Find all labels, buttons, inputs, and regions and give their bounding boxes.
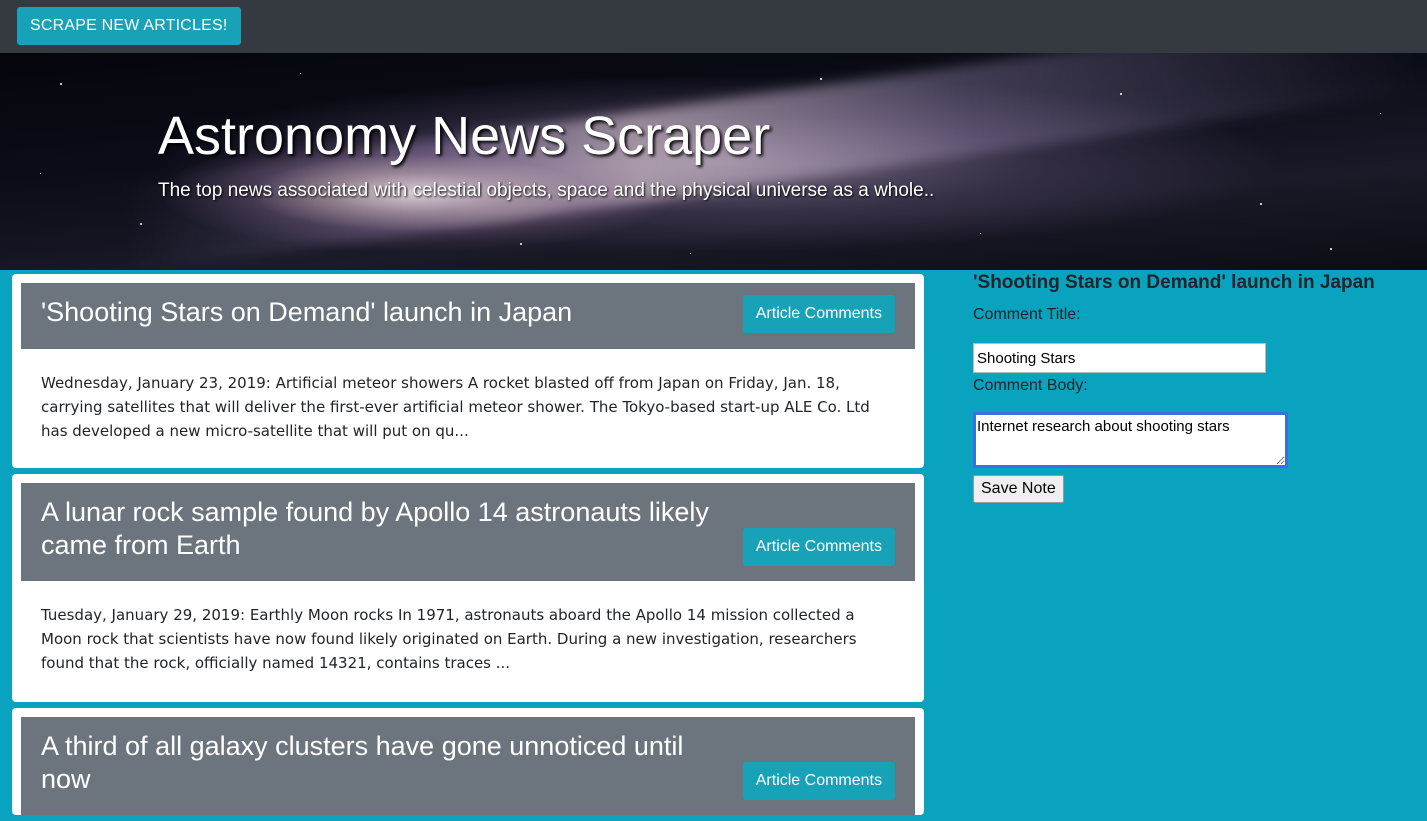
article-header: A lunar rock sample found by Apollo 14 a… — [21, 483, 915, 581]
article-title: 'Shooting Stars on Demand' launch in Jap… — [41, 297, 573, 327]
article-comments-button[interactable]: Article Comments — [742, 295, 895, 333]
note-article-heading: 'Shooting Stars on Demand' launch in Jap… — [973, 272, 1375, 293]
article-summary: Tuesday, January 29, 2019: Earthly Moon … — [41, 606, 857, 672]
article-card: A third of all galaxy clusters have gone… — [12, 708, 924, 815]
comment-title-input[interactable] — [973, 343, 1266, 373]
article-header: 'Shooting Stars on Demand' launch in Jap… — [21, 283, 915, 349]
article-comments-button[interactable]: Article Comments — [742, 762, 895, 800]
article-title: A third of all galaxy clusters have gone… — [41, 731, 684, 794]
page-subtitle: The top news associated with celestial o… — [158, 180, 935, 201]
save-note-button[interactable]: Save Note — [973, 475, 1064, 503]
note-panel: 'Shooting Stars on Demand' launch in Jap… — [973, 270, 1403, 503]
top-navbar: SCRAPE NEW ARTICLES! — [0, 0, 1427, 53]
comment-title-label: Comment Title: — [973, 306, 1081, 323]
article-card: A lunar rock sample found by Apollo 14 a… — [12, 474, 924, 702]
comment-body-textarea[interactable]: Internet research about shooting stars — [973, 412, 1288, 468]
article-summary: Wednesday, January 23, 2019: Artificial … — [41, 374, 870, 440]
page-title: Astronomy News Scraper — [158, 106, 771, 166]
article-list: 'Shooting Stars on Demand' launch in Jap… — [12, 274, 924, 821]
article-header: A third of all galaxy clusters have gone… — [21, 717, 915, 815]
article-comments-button[interactable]: Article Comments — [742, 528, 895, 566]
article-title: A lunar rock sample found by Apollo 14 a… — [41, 497, 709, 560]
article-card: 'Shooting Stars on Demand' launch in Jap… — [12, 274, 924, 468]
comment-body-label: Comment Body: — [973, 377, 1088, 394]
hero-banner: Astronomy News Scraper The top news asso… — [0, 53, 1427, 270]
scrape-new-articles-button[interactable]: SCRAPE NEW ARTICLES! — [17, 7, 241, 45]
